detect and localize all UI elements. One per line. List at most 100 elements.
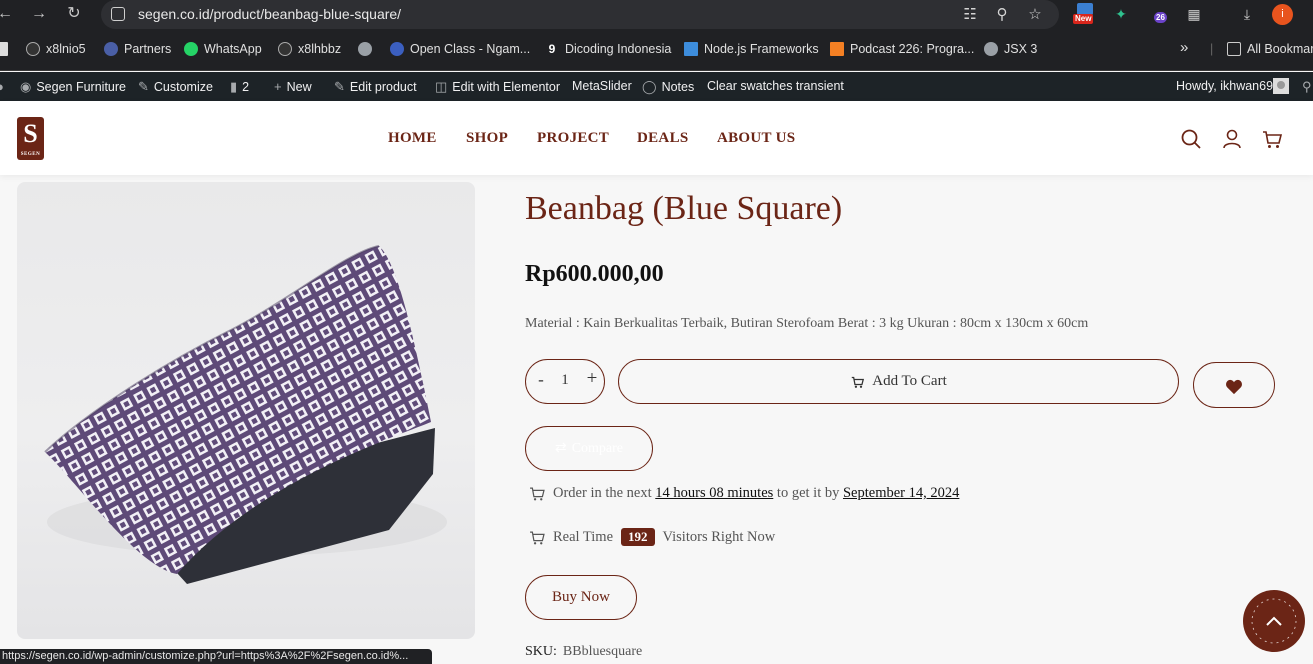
plus-icon: + [274, 79, 282, 94]
brush-icon: ✎ [138, 79, 149, 94]
nav-about-us[interactable]: ABOUT US [717, 130, 795, 147]
realtime-visitors: Real Time 192 Visitors Right Now [528, 528, 775, 546]
account-icon[interactable] [1221, 128, 1243, 150]
extension-new-icon[interactable]: New [1073, 3, 1097, 25]
nav-project[interactable]: PROJECT [537, 130, 609, 147]
globe-icon [984, 42, 998, 56]
open-class-icon [390, 42, 404, 56]
bookmark-item[interactable]: x8lhbbz [278, 42, 341, 56]
x-icon [26, 42, 40, 56]
cart-icon[interactable] [1261, 128, 1283, 150]
product-sku: SKU: BBbluesquare [525, 644, 643, 659]
status-bar-link: https://segen.co.id/wp-admin/customize.p… [0, 649, 432, 664]
folder-icon [1227, 42, 1241, 56]
bookmark-item[interactable]: x8lnio5 [26, 42, 86, 56]
back-icon[interactable]: ← [0, 3, 16, 25]
admin-howdy-link[interactable]: Howdy, ikhwan69 [1176, 79, 1273, 93]
search-icon[interactable] [1180, 128, 1202, 150]
heart-icon [1226, 379, 1242, 395]
stackoverflow-icon [830, 42, 844, 56]
quantity-input[interactable]: 1 [556, 372, 574, 389]
dashboard-icon: ◉ [20, 79, 32, 94]
admin-new-link[interactable]: + New [274, 79, 312, 94]
url-text[interactable]: segen.co.id/product/beanbag-blue-square/ [138, 6, 401, 22]
forward-icon[interactable]: → [28, 3, 50, 25]
quantity-decrease-button[interactable]: - [534, 370, 548, 390]
back-to-top-button[interactable] [1243, 590, 1305, 652]
notes-icon: ◯ [642, 79, 657, 94]
delivery-cart-icon [530, 487, 545, 501]
more-bookmarks-button[interactable]: » [1180, 39, 1188, 56]
elementor-icon: ◫ [435, 79, 448, 94]
partners-icon [104, 42, 118, 56]
translate-icon[interactable]: ☷ [960, 5, 980, 23]
wishlist-button[interactable] [1193, 362, 1275, 408]
product-image[interactable] [17, 182, 475, 639]
site-header: S SEGEN HOME SHOP PROJECT DEALS ABOUT US [0, 101, 1313, 175]
beanbag-image [44, 245, 447, 584]
admin-customize-link[interactable]: ✎ Customize [138, 79, 213, 95]
bookmark-item[interactable]: Partners [104, 42, 171, 56]
bookmark-item[interactable]: Node.js Frameworks [684, 42, 819, 56]
pencil-icon: ✎ [334, 79, 345, 94]
bookmark-star-icon[interactable]: ☆ [1025, 5, 1045, 23]
x-icon [278, 42, 292, 56]
nav-shop[interactable]: SHOP [466, 130, 508, 147]
delivery-estimate: Order in the next 14 hours 08 minutes to… [528, 485, 959, 502]
download-icon[interactable]: ⤓ [1236, 4, 1258, 24]
nav-home[interactable]: HOME [388, 130, 437, 147]
dicoding-icon: 9 [545, 42, 559, 56]
admin-comments-link[interactable]: ▮ 2 [230, 79, 249, 95]
comment-icon: ▮ [230, 79, 238, 94]
admin-metaslider-link[interactable]: MetaSlider [572, 79, 632, 93]
bookmark-item[interactable]: Open Class - Ngam... [390, 42, 530, 56]
admin-search-icon[interactable]: ⚲ [1302, 79, 1312, 95]
bookmarks-bar: x8lnio5 Partners WhatsApp x8lhbbz Open C… [0, 29, 1313, 71]
site-logo[interactable]: S SEGEN [17, 117, 44, 160]
product-price: Rp600.000,00 [525, 261, 664, 287]
nodejs-icon [684, 42, 698, 56]
compare-button[interactable]: ⇄ Compare [525, 426, 653, 471]
bookmark-folder-icon[interactable] [0, 42, 8, 56]
product-title: Beanbag (Blue Square) [525, 190, 843, 227]
whatsapp-icon [184, 42, 198, 56]
bookmark-item[interactable]: JSX 3 [984, 42, 1037, 56]
zoom-icon[interactable]: ⚲ [992, 5, 1012, 23]
chevron-up-icon [1251, 598, 1297, 644]
bookmark-item[interactable]: WhatsApp [184, 42, 262, 56]
wp-logo-icon[interactable]: ● [0, 79, 4, 94]
visitors-cart-icon [530, 530, 545, 544]
admin-elementor-link[interactable]: ◫ Edit with Elementor [435, 79, 560, 95]
profile-avatar[interactable]: i [1272, 4, 1293, 25]
bookmark-item[interactable]: 9 Dicoding Indonesia [545, 42, 671, 56]
product-description: Material : Kain Berkualitas Terbaik, But… [525, 316, 1089, 331]
quantity-stepper: - 1 + [525, 359, 605, 404]
extensions-puzzle-icon[interactable]: ▦ [1183, 4, 1205, 24]
delivery-date: September 14, 2024 [842, 485, 960, 501]
buy-now-button[interactable]: Buy Now [525, 575, 637, 620]
cart-icon [852, 376, 865, 388]
admin-notes-link[interactable]: ◯ Notes [642, 79, 694, 95]
reload-icon[interactable]: ↻ [63, 3, 85, 25]
extension-bird-icon[interactable]: ✦ [1110, 4, 1132, 24]
admin-site-link[interactable]: ◉ Segen Furniture [20, 79, 126, 95]
nav-deals[interactable]: DEALS [637, 130, 689, 147]
address-bar[interactable]: segen.co.id/product/beanbag-blue-square/… [101, 0, 1059, 29]
add-to-cart-button[interactable]: Add To Cart [618, 359, 1179, 404]
bookmark-item[interactable]: Podcast 226: Progra... [830, 42, 974, 56]
admin-edit-product-link[interactable]: ✎ Edit product [334, 79, 417, 95]
admin-clear-swatches-link[interactable]: Clear swatches transient [707, 79, 844, 93]
visitor-count-badge: 192 [621, 528, 655, 546]
bookmarks-separator: | [1210, 42, 1214, 56]
globe-icon [358, 42, 372, 56]
browser-toolbar: ← → ↻ segen.co.id/product/beanbag-blue-s… [0, 0, 1313, 29]
admin-avatar[interactable] [1273, 78, 1289, 94]
wp-admin-bar: ● ◉Segen Furniture ✎Customize ▮2 +New ✎E… [0, 72, 1313, 101]
bookmark-item[interactable] [358, 42, 378, 56]
extension-badge-icon[interactable]: 26 [1150, 4, 1172, 26]
site-info-icon[interactable] [111, 7, 125, 21]
order-countdown: 14 hours 08 minutes [655, 485, 774, 501]
shuffle-icon: ⇄ [554, 441, 567, 456]
quantity-increase-button[interactable]: + [584, 368, 600, 390]
all-bookmarks-button[interactable]: All Bookmarks [1227, 42, 1313, 56]
